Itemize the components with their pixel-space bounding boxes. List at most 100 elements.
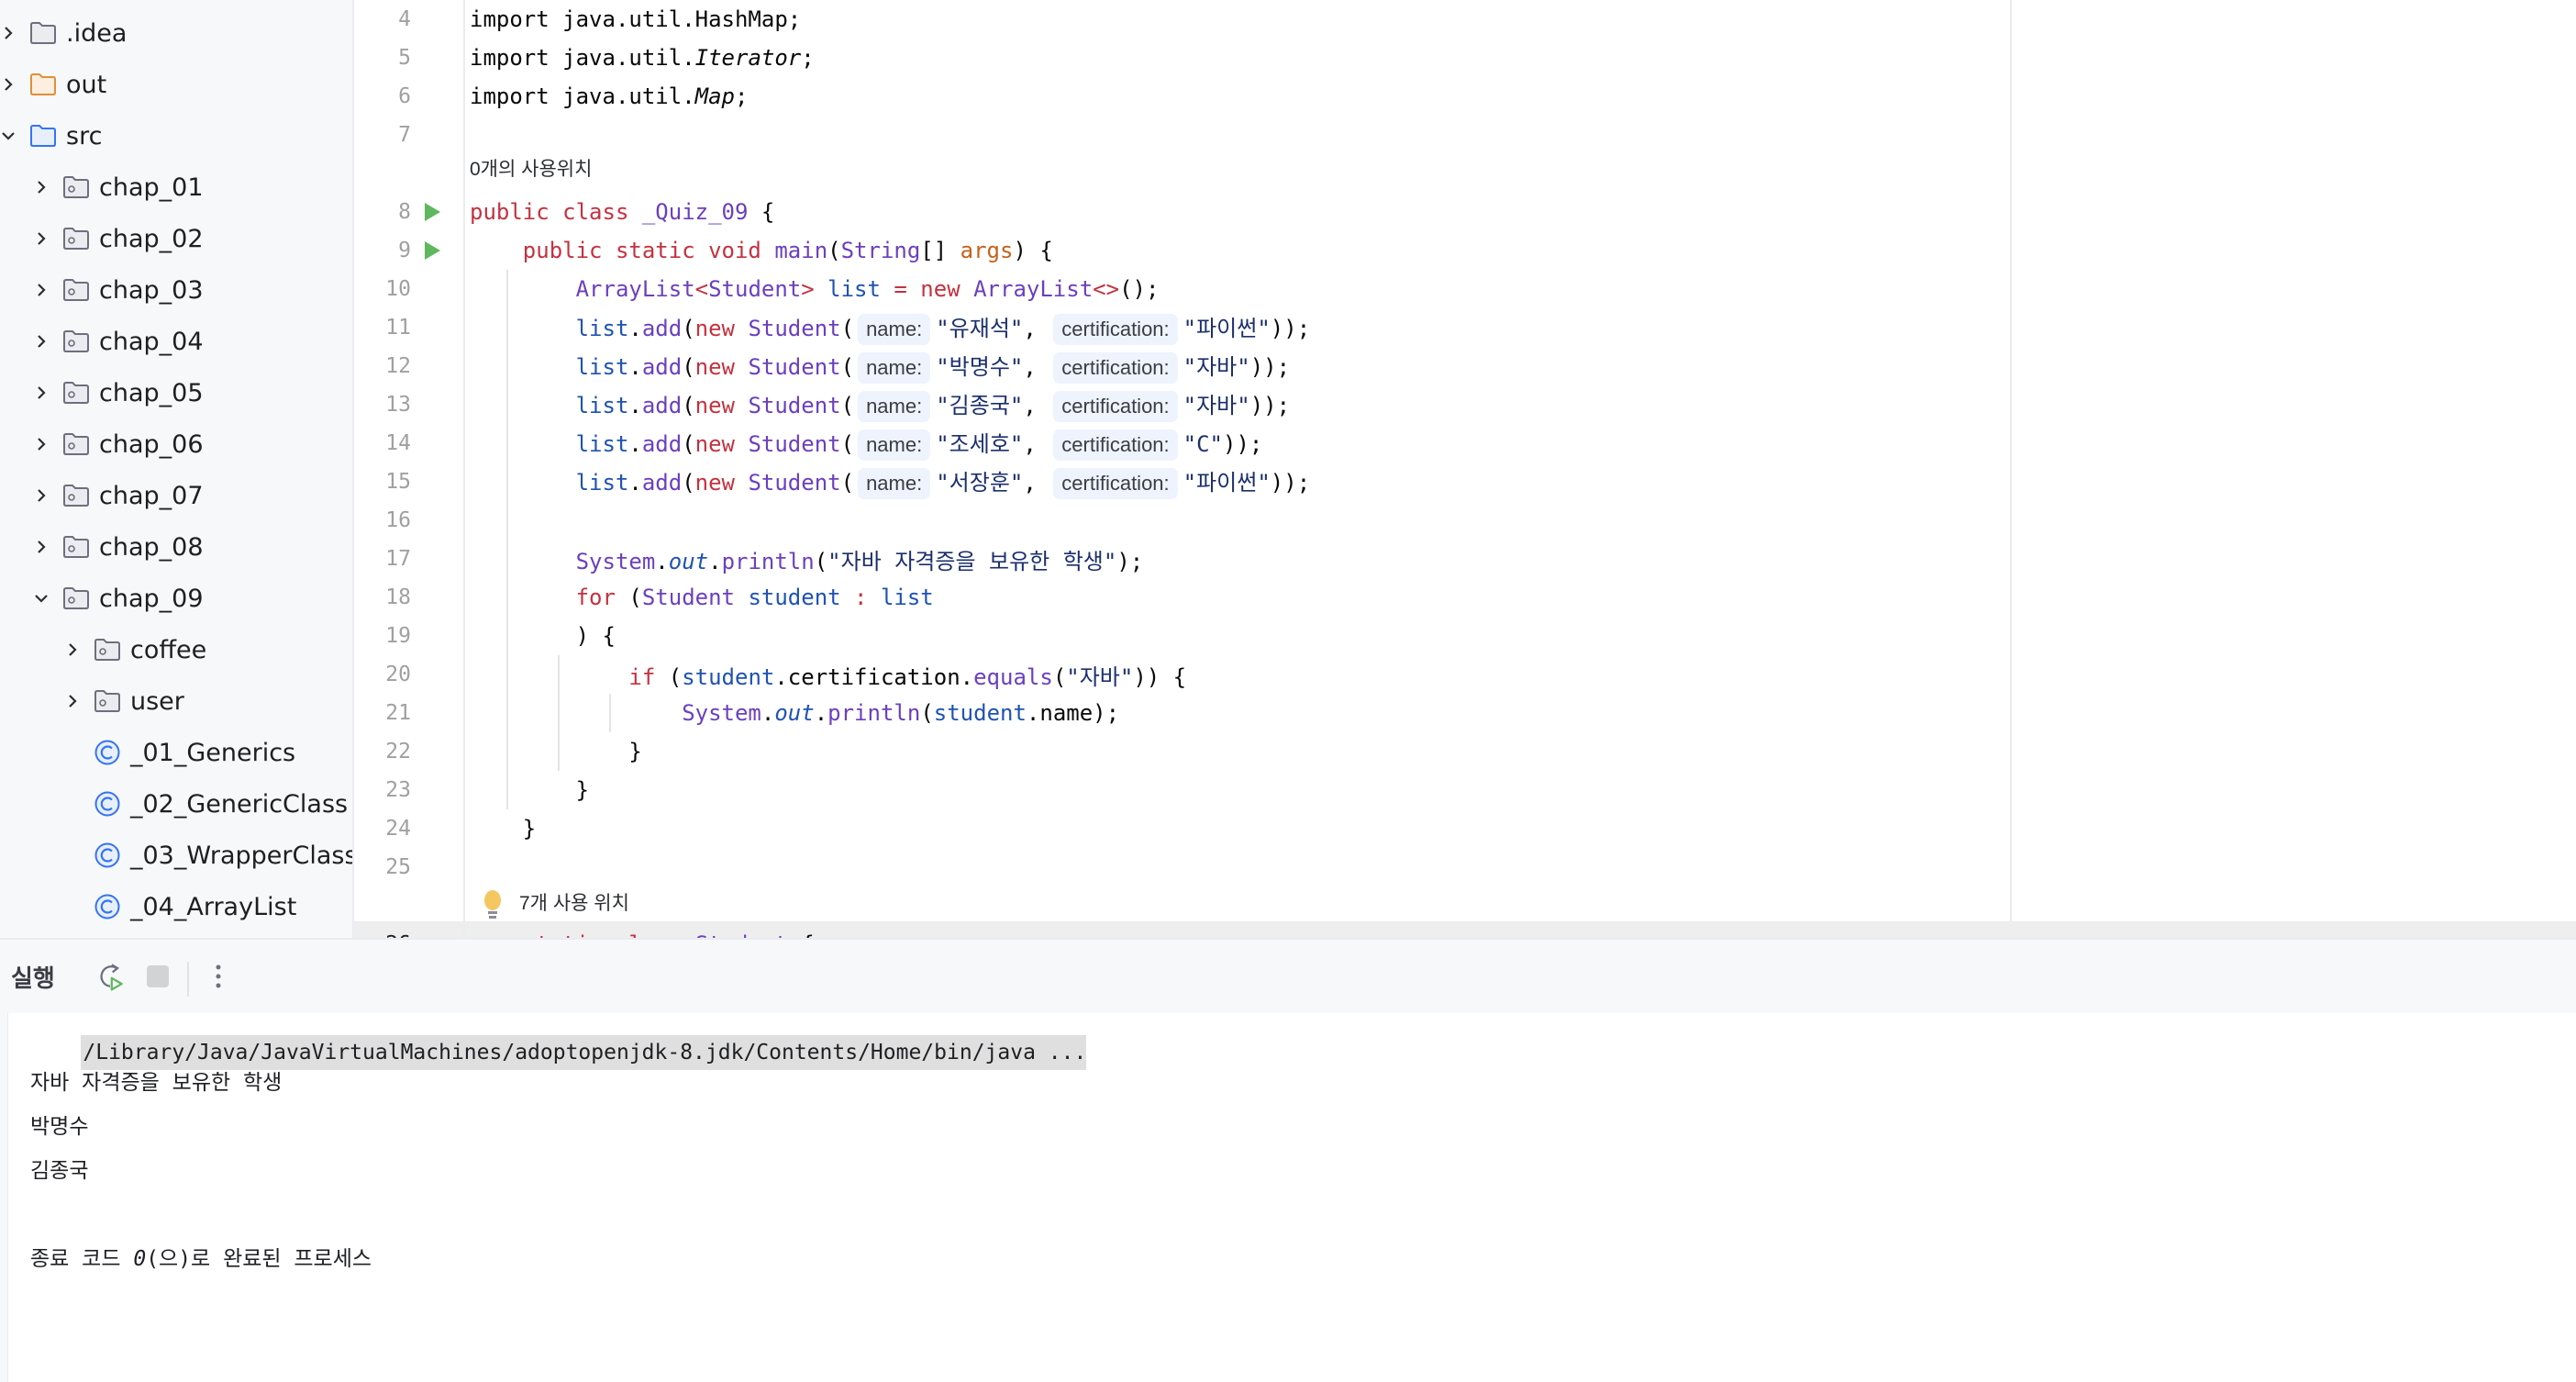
tree-item-01-generics[interactable]: _01_Generics	[62, 727, 295, 778]
line-number[interactable]: 19	[354, 624, 411, 648]
code-line[interactable]: 25	[354, 848, 2576, 886]
tree-item-user[interactable]: user	[62, 675, 184, 727]
code-line[interactable]: 10 ArrayList<Student> list = new ArrayLi…	[354, 270, 2576, 308]
line-number[interactable]: 22	[354, 740, 411, 763]
line-number[interactable]: 11	[354, 316, 411, 340]
code-line[interactable]: 5 import java.util.Iterator;	[354, 39, 2576, 77]
usage-hint-student[interactable]: 7개 사용 위치	[519, 888, 629, 916]
rerun-button[interactable]	[92, 958, 128, 995]
code-text[interactable]: ArrayList<Student> list = new ArrayList<…	[470, 276, 1160, 302]
chevron-right-icon[interactable]	[0, 74, 18, 95]
chevron-down-icon[interactable]	[0, 126, 18, 146]
line-number[interactable]: 4	[354, 7, 411, 31]
code-line[interactable]: 18 for (Student student : list	[354, 578, 2576, 617]
tree-item-idea[interactable]: .idea	[0, 7, 127, 59]
code-line[interactable]: 23 }	[354, 771, 2576, 809]
code-line[interactable]: 12 list.add(new Student(name: "박명수", cert…	[354, 347, 2576, 385]
tree-item-out[interactable]: out	[0, 59, 106, 110]
line-number[interactable]: 7	[354, 123, 411, 147]
code-line[interactable]: 9 public static void main(String[] args)…	[354, 231, 2576, 270]
code-line[interactable]: 16	[354, 501, 2576, 540]
code-editor[interactable]: 0개의 사용위치 7개 사용 위치 4 import java.util.Hash…	[354, 0, 2576, 938]
chevron-right-icon[interactable]	[31, 383, 51, 403]
code-line[interactable]: 4 import java.util.HashMap;	[354, 0, 2576, 39]
code-text[interactable]: import java.util.Map;	[470, 84, 748, 109]
tree-item-chap-03[interactable]: chap_03	[31, 264, 204, 316]
chevron-right-icon[interactable]	[31, 331, 51, 351]
code-line[interactable]: 7	[354, 116, 2576, 154]
code-line[interactable]: 15 list.add(new Student(name: "서장훈", cert…	[354, 463, 2576, 501]
code-text[interactable]: System.out.println("자바 자격증을 보유한 학생");	[470, 543, 1144, 575]
tree-item-chap-06[interactable]: chap_06	[31, 418, 204, 470]
code-text[interactable]: }	[470, 777, 589, 803]
code-text[interactable]: System.out.println(student.name);	[470, 700, 1119, 726]
code-text[interactable]: import java.util.HashMap;	[470, 6, 801, 32]
line-number[interactable]: 5	[354, 46, 411, 70]
tree-item-chap-09[interactable]: chap_09	[31, 573, 204, 624]
code-text[interactable]: ) {	[470, 623, 616, 649]
chevron-right-icon[interactable]	[31, 280, 51, 300]
tree-item-02-genericclass[interactable]: _02_GenericClass	[62, 778, 348, 830]
chevron-right-icon[interactable]	[31, 434, 51, 454]
chevron-right-icon[interactable]	[31, 485, 51, 506]
code-text[interactable]: public class _Quiz_09 {	[470, 199, 774, 225]
chevron-right-icon[interactable]	[0, 23, 18, 43]
line-number[interactable]: 12	[354, 354, 411, 378]
line-number[interactable]: 8	[354, 200, 411, 224]
code-line[interactable]: 20 if (student.certification.equals("자바"…	[354, 655, 2576, 694]
code-line[interactable]: 17 System.out.println("자바 자격증을 보유한 학생");	[354, 540, 2576, 578]
code-text[interactable]: for (Student student : list	[470, 585, 934, 610]
tree-item-04-arraylist[interactable]: _04_ArrayList	[62, 881, 296, 932]
run-gutter-icon[interactable]	[422, 201, 442, 223]
line-number[interactable]: 24	[354, 817, 411, 841]
line-number[interactable]: 13	[354, 393, 411, 417]
code-line[interactable]: 11 list.add(new Student(name: "유재석", cert…	[354, 308, 2576, 347]
line-number[interactable]: 20	[354, 663, 411, 686]
code-line[interactable]: 14 list.add(new Student(name: "조세호", cert…	[354, 424, 2576, 463]
line-number[interactable]: 6	[354, 84, 411, 108]
line-number[interactable]: 14	[354, 431, 411, 455]
run-tab-title[interactable]: 실행	[11, 960, 55, 994]
chevron-right-icon[interactable]	[62, 640, 83, 660]
tree-item-chap-04[interactable]: chap_04	[31, 316, 204, 367]
code-line[interactable]: 26 static class Student {	[354, 925, 2576, 938]
chevron-down-icon[interactable]	[31, 588, 51, 608]
code-line[interactable]: 19 ) {	[354, 617, 2576, 655]
code-line[interactable]: 8 public class _Quiz_09 {	[354, 193, 2576, 231]
line-number[interactable]: 9	[354, 239, 411, 262]
tree-item-chap-08[interactable]: chap_08	[31, 521, 204, 573]
code-line[interactable]: 24 }	[354, 809, 2576, 848]
tree-item-chap-07[interactable]: chap_07	[31, 470, 204, 521]
line-number[interactable]: 10	[354, 277, 411, 301]
code-line[interactable]: 6 import java.util.Map;	[354, 77, 2576, 116]
code-text[interactable]: static class Student {	[470, 931, 815, 938]
code-text[interactable]: list.add(new Student(name: "김종국", certifi…	[470, 387, 1290, 422]
code-text[interactable]: public static void main(String[] args) {	[470, 238, 1053, 263]
code-text[interactable]: }	[470, 816, 536, 841]
code-line[interactable]: 13 list.add(new Student(name: "김종국", cert…	[354, 385, 2576, 424]
code-text[interactable]: list.add(new Student(name: "조세호", certifi…	[470, 426, 1262, 461]
tree-item-03-wrapperclass[interactable]: _03_WrapperClass	[62, 830, 352, 881]
code-line[interactable]: 22 }	[354, 732, 2576, 771]
line-number[interactable]: 21	[354, 701, 411, 725]
console-output[interactable]: /Library/Java/JavaVirtualMachines/adopto…	[7, 1013, 2576, 1382]
run-gutter-icon[interactable]	[422, 240, 442, 262]
more-options-button[interactable]	[200, 958, 237, 995]
tree-item-coffee[interactable]: coffee	[62, 624, 206, 675]
stop-button[interactable]	[139, 958, 176, 995]
line-number[interactable]: 23	[354, 778, 411, 802]
tree-item-chap-01[interactable]: chap_01	[31, 162, 204, 213]
line-number[interactable]: 16	[354, 508, 411, 532]
chevron-right-icon[interactable]	[31, 228, 51, 249]
code-text[interactable]: list.add(new Student(name: "박명수", certifi…	[470, 349, 1290, 384]
line-number[interactable]: 15	[354, 470, 411, 494]
chevron-right-icon[interactable]	[31, 177, 51, 197]
code-text[interactable]: if (student.certification.equals("자바")) …	[470, 659, 1186, 691]
chevron-right-icon[interactable]	[62, 691, 83, 711]
code-text[interactable]: import java.util.Iterator;	[470, 45, 815, 71]
code-line[interactable]: 21 System.out.println(student.name);	[354, 694, 2576, 732]
tree-item-chap-05[interactable]: chap_05	[31, 367, 204, 418]
line-number[interactable]: 17	[354, 547, 411, 571]
tree-item-chap-02[interactable]: chap_02	[31, 213, 204, 264]
chevron-right-icon[interactable]	[31, 537, 51, 557]
